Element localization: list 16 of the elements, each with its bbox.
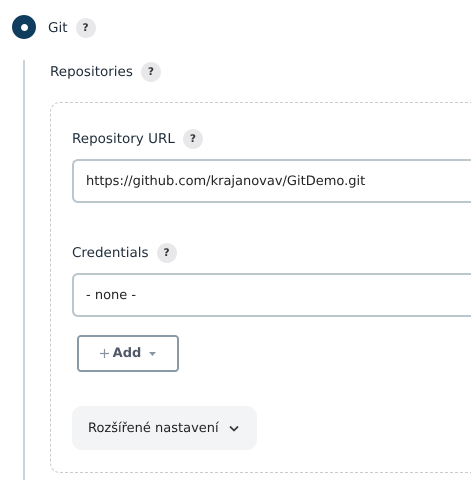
input-field[interactable]: https://github.com/krajanovav/GitDemo.git	[72, 159, 471, 203]
help-button[interactable]: ?	[76, 18, 96, 38]
plus-icon	[98, 348, 110, 359]
add-button[interactable]: Add	[77, 335, 179, 372]
section-label: Repositories	[50, 64, 133, 80]
help-button[interactable]: ?	[182, 129, 203, 149]
caret-icon	[148, 350, 158, 356]
field-label: Repository URL	[72, 131, 175, 147]
chevron-down-icon	[228, 424, 239, 432]
input-field[interactable]: - none -	[72, 273, 471, 317]
radio-button[interactable]	[12, 15, 36, 39]
help-button[interactable]: ?	[156, 243, 177, 263]
advanced-settings-button[interactable]: Rozšířené nastavení	[72, 406, 257, 450]
help-button[interactable]: ?	[140, 62, 161, 82]
field-label: Credentials	[72, 245, 149, 261]
option-label: Git	[48, 20, 68, 36]
